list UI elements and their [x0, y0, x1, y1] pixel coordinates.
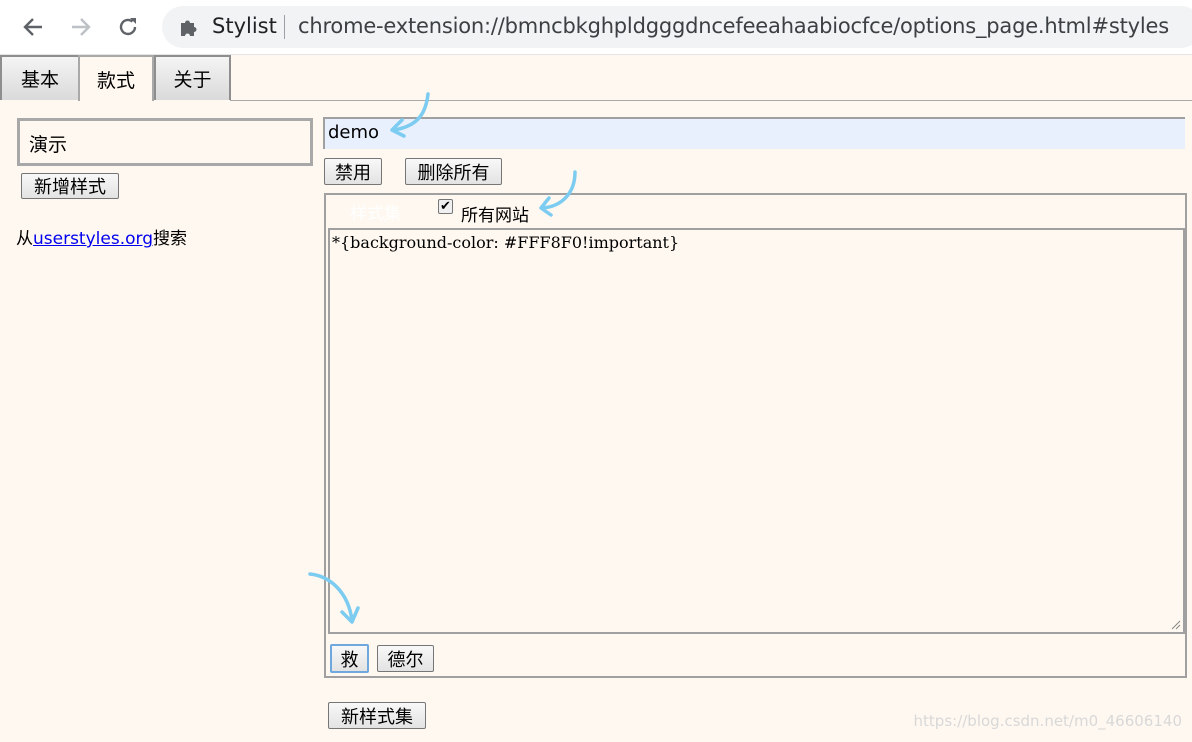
tab-divider [230, 100, 1192, 101]
tab-about[interactable]: 关于 [154, 55, 231, 100]
add-style-button[interactable]: 新增样式 [21, 173, 119, 199]
watermark: https://blog.csdn.net/m0_46606140 [913, 712, 1182, 730]
puzzle-icon [181, 20, 197, 36]
back-arrow-icon [23, 18, 42, 36]
disable-button[interactable]: 禁用 [324, 158, 382, 185]
userstyles-link[interactable]: userstyles.org [33, 229, 153, 249]
style-name-input[interactable]: demo [323, 117, 1185, 149]
annotation-arrow-icon [308, 572, 360, 624]
style-list-item[interactable]: 演示 [17, 118, 313, 166]
url-text[interactable]: chrome-extension://bmncbkghpldgggdncefee… [298, 14, 1169, 38]
tab-basic[interactable]: 基本 [0, 55, 80, 100]
section-title: 样式集 [350, 204, 401, 224]
all-sites-checkbox[interactable]: ✔ [438, 199, 453, 214]
resize-grip-icon[interactable] [1171, 620, 1181, 630]
save-button[interactable]: 救 [330, 644, 369, 673]
annotation-arrow-icon [390, 92, 430, 138]
browser-toolbar: Stylist chrome-extension://bmncbkghpldgg… [0, 0, 1192, 55]
forward-arrow-icon [72, 18, 91, 36]
style-set-section: 样式集 ✔ 所有网站 *{background-color: #FFF8F0!i… [324, 193, 1187, 678]
reload-button[interactable] [111, 10, 145, 44]
search-prefix: 从 [16, 229, 33, 249]
new-style-set-button[interactable]: 新样式集 [328, 702, 426, 729]
extension-name: Stylist [212, 14, 277, 38]
search-suffix: 搜索 [153, 229, 187, 249]
delete-button[interactable]: 德尔 [377, 645, 434, 672]
search-userstyles: 从userstyles.org搜索 [16, 224, 187, 249]
css-code-textarea[interactable]: *{background-color: #FFF8F0!important} [328, 228, 1185, 634]
back-button[interactable] [16, 10, 50, 44]
all-sites-label: 所有网站 [461, 206, 529, 226]
address-divider [284, 15, 285, 39]
annotation-arrow-icon [539, 170, 577, 217]
forward-button[interactable] [64, 10, 98, 44]
reload-icon [119, 18, 137, 36]
address-bar[interactable]: Stylist chrome-extension://bmncbkghpldgg… [162, 6, 1192, 48]
delete-all-button[interactable]: 删除所有 [405, 158, 502, 185]
tab-styles[interactable]: 款式 [78, 55, 154, 101]
